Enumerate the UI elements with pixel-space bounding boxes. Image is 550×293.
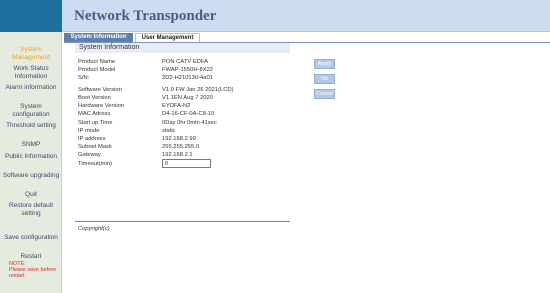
label-startup-time: Start up Time xyxy=(78,120,113,126)
tab-system-information[interactable]: System Information xyxy=(64,33,133,42)
value-startup-time: 0Day 0hr 0min 41sec xyxy=(162,120,217,126)
value-product-model: FWAP-1550H-8X22 xyxy=(162,67,214,73)
app-title: Network Transponder xyxy=(74,8,217,24)
sidebar: System Management Work Status Informatio… xyxy=(0,32,62,293)
sidebar-item-software-upgrading[interactable]: Software upgrading xyxy=(2,172,60,180)
label-ip-address: IP address xyxy=(78,136,106,142)
timeout-input[interactable] xyxy=(162,159,211,168)
value-mac-address: D4-16-CF-0A-C8-10 xyxy=(162,111,215,117)
label-software-version: Software Version xyxy=(78,87,122,93)
section-title: System Information xyxy=(75,43,290,53)
label-hardware-version: Hardware Version xyxy=(78,103,125,109)
value-hardware-version: EYDFA-N2 xyxy=(162,103,191,109)
restart-note: NOTE: Please save before restart xyxy=(9,261,61,279)
sidebar-item-alarm[interactable]: Alarm information xyxy=(2,84,60,92)
sidebar-item-restore-default[interactable]: Restore default setting xyxy=(2,202,60,217)
label-product-name: Product Name xyxy=(78,59,116,65)
value-boot-version: V1.1EN Aug 7 2020 xyxy=(162,95,213,101)
label-ip-mode: IP mode xyxy=(78,128,100,134)
note-text: Please save before restart xyxy=(9,267,57,279)
label-mac-address: MAC Adress xyxy=(78,111,111,117)
copyright: Copyright(c) xyxy=(78,226,110,232)
top-banner: Network Transponder xyxy=(0,0,550,32)
sidebar-item-restart[interactable]: Restart xyxy=(2,253,60,261)
label-product-model: Product Model xyxy=(78,67,116,73)
sidebar-item-quit[interactable]: Quit xyxy=(2,191,60,199)
sidebar-item-threshold[interactable]: Threshold setting xyxy=(2,122,60,130)
apply-button[interactable]: Apply xyxy=(314,59,335,69)
sidebar-item-save-configuration[interactable]: Save configuration xyxy=(2,234,60,242)
tab-user-management[interactable]: User Management xyxy=(135,33,200,42)
value-gateway: 192.168.2.1 xyxy=(162,152,193,158)
value-product-name: PON CATV EDFA xyxy=(162,59,208,65)
value-serial-number: 2D2-H210130-4a01 xyxy=(162,75,213,81)
value-software-version: V1.0 FW Jan 26 2021(LCD) xyxy=(162,87,234,93)
label-gateway: Gateway xyxy=(78,152,101,158)
logo xyxy=(0,0,62,32)
value-ip-mode: static xyxy=(162,128,176,134)
ok-button[interactable]: Ok xyxy=(314,74,335,84)
sidebar-item-system-management[interactable]: System Management xyxy=(2,46,60,61)
sidebar-item-system-configuration[interactable]: System configuration xyxy=(2,103,60,118)
sidebar-item-work-status[interactable]: Work Status Information xyxy=(2,65,60,80)
label-subnet-mask: Subnet Mask xyxy=(78,144,112,150)
label-timeout: Timeout(min) xyxy=(78,161,112,167)
label-boot-version: Boot Version xyxy=(78,95,111,101)
cancel-button[interactable]: Cancel xyxy=(314,89,335,99)
sidebar-item-snmp[interactable]: SNMP xyxy=(2,141,60,149)
footer-divider xyxy=(75,221,290,222)
label-serial-number: S/N: xyxy=(78,75,90,81)
value-subnet-mask: 255.255.255.0 xyxy=(162,144,200,150)
sidebar-item-public-information[interactable]: Public Information xyxy=(2,153,60,161)
value-ip-address: 192.168.2.99 xyxy=(162,136,196,142)
